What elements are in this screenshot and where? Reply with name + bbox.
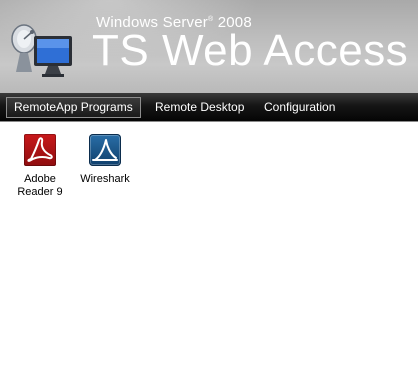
- main-nav: RemoteApp Programs Remote Desktop Config…: [0, 93, 418, 122]
- page-title: TS Web Access: [92, 26, 409, 75]
- tab-remote-desktop[interactable]: Remote Desktop: [147, 97, 252, 118]
- tab-configuration[interactable]: Configuration: [256, 97, 343, 118]
- programs-list: Adobe Reader 9 Wireshark: [0, 122, 418, 376]
- program-wireshark[interactable]: Wireshark: [70, 134, 140, 186]
- program-label[interactable]: Adobe Reader 9: [5, 173, 75, 199]
- wireshark-icon[interactable]: [89, 134, 121, 166]
- program-label[interactable]: Wireshark: [70, 173, 140, 186]
- tab-remoteapp-programs[interactable]: RemoteApp Programs: [6, 97, 141, 118]
- program-adobe-reader[interactable]: Adobe Reader 9: [5, 134, 75, 199]
- adobe-reader-icon[interactable]: [24, 134, 56, 166]
- remote-desktop-monitor-icon: [11, 24, 72, 77]
- page-header: Windows Server® 2008 TS Web Access: [0, 0, 418, 93]
